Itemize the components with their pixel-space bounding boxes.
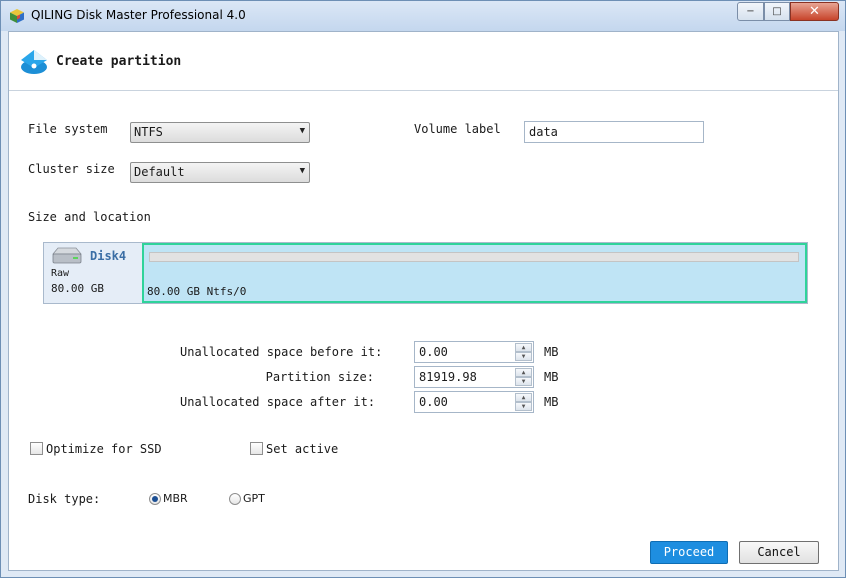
- gpt-radio[interactable]: [229, 493, 241, 505]
- unit-label: MB: [544, 345, 559, 359]
- size-location-heading: Size and location: [28, 210, 151, 224]
- cluster-size-label: Cluster size: [28, 162, 115, 176]
- close-button[interactable]: ✕: [790, 2, 839, 21]
- unallocated-before-input[interactable]: 0.00 ▲ ▼: [414, 341, 534, 363]
- proceed-button[interactable]: Proceed: [650, 541, 728, 564]
- hard-disk-icon: [52, 247, 82, 264]
- volume-label-input[interactable]: data: [524, 121, 704, 143]
- spin-up-button[interactable]: ▲: [515, 368, 532, 377]
- dialog-client-area: Create partition File system NTFS ▼ Clus…: [8, 31, 839, 571]
- maximize-button[interactable]: □: [764, 2, 790, 21]
- gpt-radio-label[interactable]: GPT: [243, 492, 265, 505]
- partition-size-value: 81919.98: [419, 370, 477, 384]
- partition-size-input[interactable]: 81919.98 ▲ ▼: [414, 366, 534, 388]
- spin-up-button[interactable]: ▲: [515, 393, 532, 402]
- create-partition-icon: [21, 50, 47, 74]
- spin-buttons: ▲ ▼: [515, 393, 532, 411]
- unallocated-after-label: Unallocated space after it:: [180, 395, 376, 409]
- mbr-radio[interactable]: [149, 493, 161, 505]
- app-logo-icon: [10, 9, 24, 23]
- disk-map: Disk4 Raw 80.00 GB 80.00 GB Ntfs/0: [43, 242, 808, 304]
- unallocated-after-input[interactable]: 0.00 ▲ ▼: [414, 391, 534, 413]
- file-system-select[interactable]: NTFS ▼: [130, 122, 310, 143]
- partition-block[interactable]: 80.00 GB Ntfs/0: [142, 243, 807, 303]
- optimize-ssd-label[interactable]: Optimize for SSD: [46, 442, 162, 456]
- unallocated-before-label: Unallocated space before it:: [180, 345, 383, 359]
- partition-size-label: Partition size:: [265, 370, 374, 384]
- unit-label: MB: [544, 395, 559, 409]
- cluster-size-select[interactable]: Default ▼: [130, 162, 310, 183]
- set-active-label[interactable]: Set active: [266, 442, 338, 456]
- volume-label-label: Volume label: [414, 122, 501, 136]
- radio-selected-dot: [152, 496, 158, 502]
- unallocated-before-value: 0.00: [419, 345, 448, 359]
- title-bar[interactable]: QILING Disk Master Professional 4.0 − □ …: [1, 1, 845, 31]
- file-system-value: NTFS: [134, 125, 163, 139]
- minimize-button[interactable]: −: [737, 2, 764, 21]
- dialog-header: Create partition: [9, 32, 838, 91]
- chevron-down-icon: ▼: [299, 166, 305, 176]
- optimize-ssd-checkbox[interactable]: [30, 442, 43, 455]
- set-active-checkbox[interactable]: [250, 442, 263, 455]
- mbr-radio-label[interactable]: MBR: [163, 492, 188, 505]
- page-title: Create partition: [56, 54, 182, 69]
- cancel-button[interactable]: Cancel: [739, 541, 819, 564]
- spin-up-button[interactable]: ▲: [515, 343, 532, 352]
- unit-label: MB: [544, 370, 559, 384]
- chevron-down-icon: ▼: [299, 126, 305, 136]
- partition-label: 80.00 GB Ntfs/0: [147, 285, 247, 298]
- disk-type-label: Disk type:: [28, 492, 101, 506]
- file-system-label: File system: [28, 122, 108, 136]
- window-title: QILING Disk Master Professional 4.0: [31, 8, 246, 22]
- spin-down-button[interactable]: ▼: [515, 352, 532, 361]
- unallocated-after-value: 0.00: [419, 395, 448, 409]
- cluster-size-value: Default: [134, 165, 185, 179]
- spin-down-button[interactable]: ▼: [515, 377, 532, 386]
- disk-type: Raw: [51, 268, 70, 279]
- partition-usage-bar[interactable]: [149, 252, 799, 262]
- disk-name: Disk4: [90, 249, 127, 263]
- spin-down-button[interactable]: ▼: [515, 402, 532, 411]
- disk-info[interactable]: Disk4 Raw 80.00 GB: [44, 243, 142, 303]
- spin-buttons: ▲ ▼: [515, 343, 532, 361]
- app-window: QILING Disk Master Professional 4.0 − □ …: [0, 0, 846, 578]
- spin-buttons: ▲ ▼: [515, 368, 532, 386]
- disk-size: 80.00 GB: [51, 282, 104, 295]
